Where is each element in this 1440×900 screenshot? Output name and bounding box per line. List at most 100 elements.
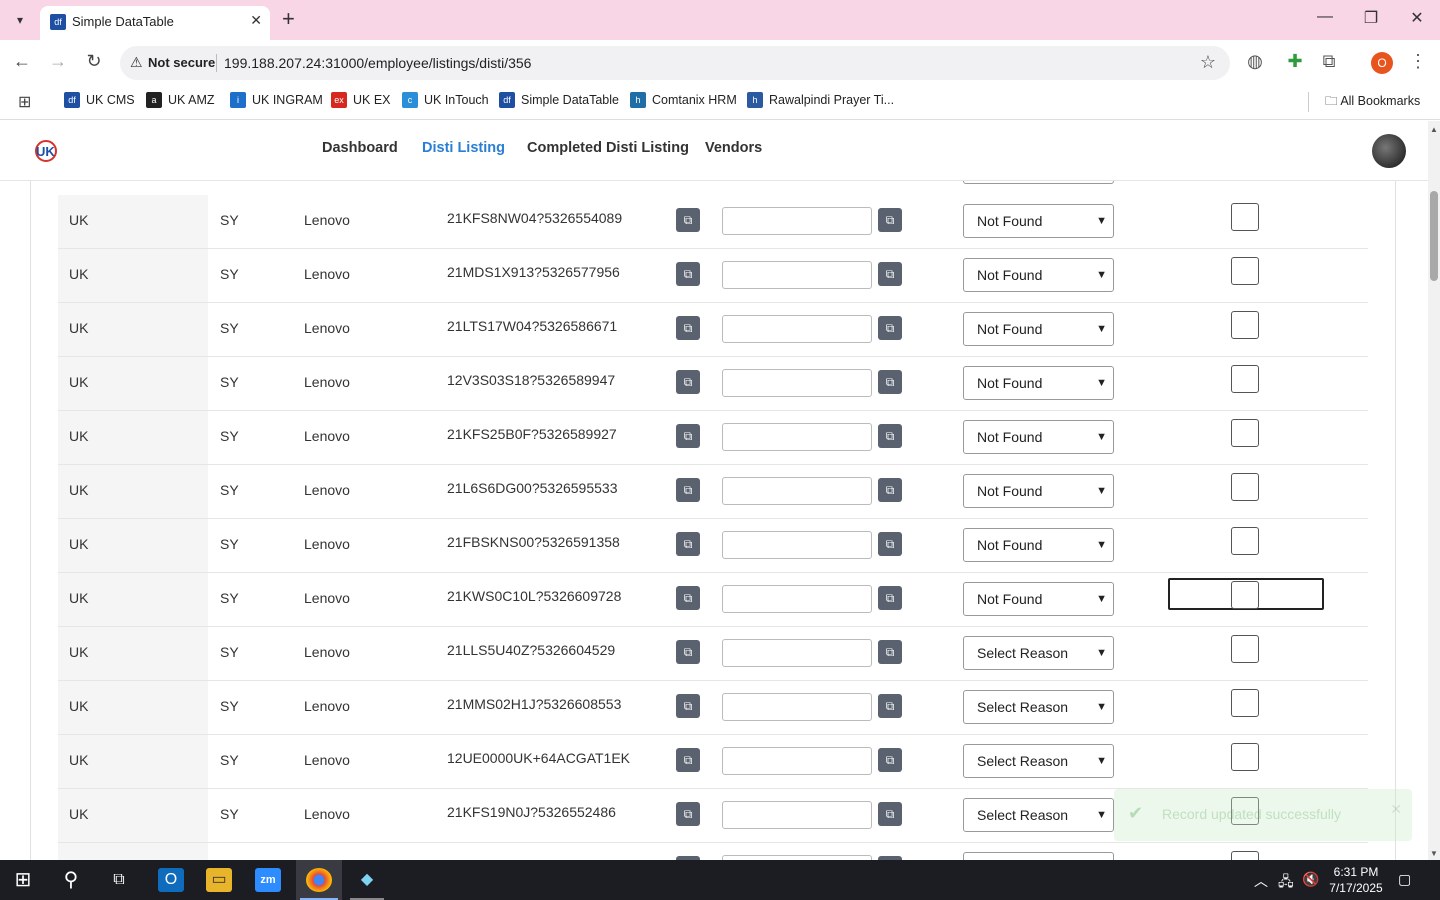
not-secure-label[interactable]: Not secure [148, 55, 215, 70]
bookmark-item[interactable]: h Rawalpindi Prayer Ti... [747, 92, 894, 108]
app-diamond-icon[interactable]: ◆ [354, 868, 380, 892]
tray-chevron-icon[interactable]: ︿ [1254, 871, 1268, 891]
note-input[interactable] [722, 639, 872, 667]
copy-sku-icon[interactable]: ⧉ [676, 424, 700, 448]
note-input[interactable] [722, 801, 872, 829]
minimize-icon[interactable]: — [1310, 8, 1340, 26]
tab-search-icon[interactable]: ▾ [8, 8, 32, 32]
copy-sku-icon[interactable]: ⧉ [676, 586, 700, 610]
new-tab-icon[interactable]: + [282, 6, 295, 32]
copy-note-icon[interactable]: ⧉ [878, 748, 902, 772]
copy-sku-icon[interactable]: ⧉ [676, 262, 700, 286]
done-checkbox[interactable] [1231, 311, 1259, 339]
reason-select[interactable]: Select Reason ▼ [963, 690, 1114, 724]
bookmark-item[interactable]: df UK CMS [64, 92, 135, 108]
copy-sku-icon[interactable]: ⧉ [676, 640, 700, 664]
taskbar-clock[interactable]: 6:31 PM 7/17/2025 [1324, 864, 1388, 896]
reason-select[interactable]: Select Reason ▼ [963, 798, 1114, 832]
done-checkbox[interactable] [1231, 581, 1259, 609]
reason-select[interactable]: Select Reason ▼ [963, 744, 1114, 778]
copy-note-icon[interactable]: ⧉ [878, 478, 902, 502]
reason-select[interactable]: Not Found ▼ [963, 204, 1114, 238]
volume-muted-icon[interactable]: 🔇 [1302, 871, 1319, 888]
note-input[interactable] [722, 315, 872, 343]
toast-close-icon[interactable]: ✕ [1390, 801, 1402, 818]
copy-note-icon[interactable]: ⧉ [878, 208, 902, 232]
back-icon[interactable]: ← [10, 51, 34, 72]
translate-icon[interactable]: ◍ [1243, 51, 1267, 72]
user-avatar[interactable] [1372, 134, 1406, 168]
apps-grid-icon[interactable]: ⊞ [18, 92, 31, 112]
copy-sku-icon[interactable]: ⧉ [676, 532, 700, 556]
note-input[interactable] [722, 693, 872, 721]
done-checkbox[interactable] [1231, 473, 1259, 501]
note-input[interactable] [722, 207, 872, 235]
note-input[interactable] [722, 477, 872, 505]
scroll-down-icon[interactable]: ▼ [1430, 849, 1438, 858]
copy-note-icon[interactable]: ⧉ [878, 370, 902, 394]
copy-note-icon[interactable]: ⧉ [878, 640, 902, 664]
copy-note-icon[interactable]: ⧉ [878, 802, 902, 826]
file-explorer-icon[interactable]: ▭ [206, 868, 232, 892]
reload-icon[interactable]: ↻ [82, 51, 106, 72]
tab-close-icon[interactable]: ✕ [250, 12, 262, 29]
bookmark-item[interactable]: i UK INGRAM [230, 92, 323, 108]
reason-select[interactable]: Not Found ▼ [963, 528, 1114, 562]
reason-select-partial[interactable] [963, 181, 1114, 184]
chrome-menu-icon[interactable]: ⋮ [1406, 51, 1430, 72]
note-input[interactable] [722, 747, 872, 775]
copy-note-icon[interactable]: ⧉ [878, 424, 902, 448]
forward-icon[interactable]: → [46, 51, 70, 72]
scroll-up-icon[interactable]: ▲ [1430, 125, 1438, 134]
chrome-icon[interactable] [306, 868, 332, 892]
note-input[interactable] [722, 369, 872, 397]
note-input[interactable] [722, 531, 872, 559]
note-input[interactable] [722, 585, 872, 613]
copy-sku-icon[interactable]: ⧉ [676, 478, 700, 502]
reason-select[interactable]: Not Found ▼ [963, 420, 1114, 454]
reason-select[interactable]: Not Found ▼ [963, 312, 1114, 346]
bookmark-item[interactable]: h Comtanix HRM [630, 92, 737, 108]
outlook-icon[interactable]: O [158, 868, 184, 892]
nav-disti-listing[interactable]: Disti Listing [422, 140, 505, 156]
done-checkbox[interactable] [1231, 365, 1259, 393]
uk-logo-icon[interactable]: UK [32, 137, 60, 165]
note-input[interactable] [722, 261, 872, 289]
network-icon[interactable]: 🖧 [1278, 871, 1294, 895]
reason-select[interactable]: Select Reason ▼ [963, 636, 1114, 670]
note-input[interactable] [722, 423, 872, 451]
reason-select[interactable] [963, 852, 1114, 860]
done-checkbox[interactable] [1231, 257, 1259, 285]
reason-select[interactable]: Not Found ▼ [963, 258, 1114, 292]
copy-sku-icon[interactable]: ⧉ [676, 370, 700, 394]
nav-dashboard[interactable]: Dashboard [322, 140, 398, 156]
copy-sku-icon[interactable]: ⧉ [676, 208, 700, 232]
done-checkbox[interactable] [1231, 689, 1259, 717]
search-icon[interactable]: ⚲ [58, 868, 84, 892]
copy-note-icon[interactable]: ⧉ [878, 262, 902, 286]
done-checkbox[interactable] [1231, 743, 1259, 771]
done-checkbox[interactable] [1231, 203, 1259, 231]
done-checkbox[interactable] [1231, 527, 1259, 555]
nav-completed-disti-listing[interactable]: Completed Disti Listing [527, 140, 689, 156]
bookmark-star-icon[interactable]: ☆ [1200, 52, 1216, 73]
bookmark-item[interactable]: c UK InTouch [402, 92, 489, 108]
close-window-icon[interactable]: ✕ [1402, 8, 1432, 28]
done-checkbox[interactable] [1231, 635, 1259, 663]
done-checkbox[interactable] [1231, 851, 1259, 860]
reason-select[interactable]: Not Found ▼ [963, 582, 1114, 616]
copy-sku-icon[interactable]: ⧉ [676, 748, 700, 772]
done-checkbox[interactable] [1231, 419, 1259, 447]
notifications-icon[interactable]: ▢ [1398, 871, 1411, 888]
task-view-icon[interactable]: ⧉ [106, 868, 132, 892]
extensions-icon[interactable]: ⧉ [1317, 51, 1341, 72]
nav-vendors[interactable]: Vendors [705, 140, 762, 156]
copy-note-icon[interactable]: ⧉ [878, 316, 902, 340]
reason-select[interactable]: Not Found ▼ [963, 366, 1114, 400]
copy-note-icon[interactable]: ⧉ [878, 586, 902, 610]
url-text[interactable]: 199.188.207.24:31000/employee/listings/d… [224, 55, 531, 71]
bookmark-item[interactable]: a UK AMZ [146, 92, 215, 108]
copy-note-icon[interactable]: ⧉ [878, 694, 902, 718]
extension-puzzle-green-icon[interactable]: ✚ [1283, 51, 1307, 72]
copy-sku-icon[interactable]: ⧉ [676, 316, 700, 340]
